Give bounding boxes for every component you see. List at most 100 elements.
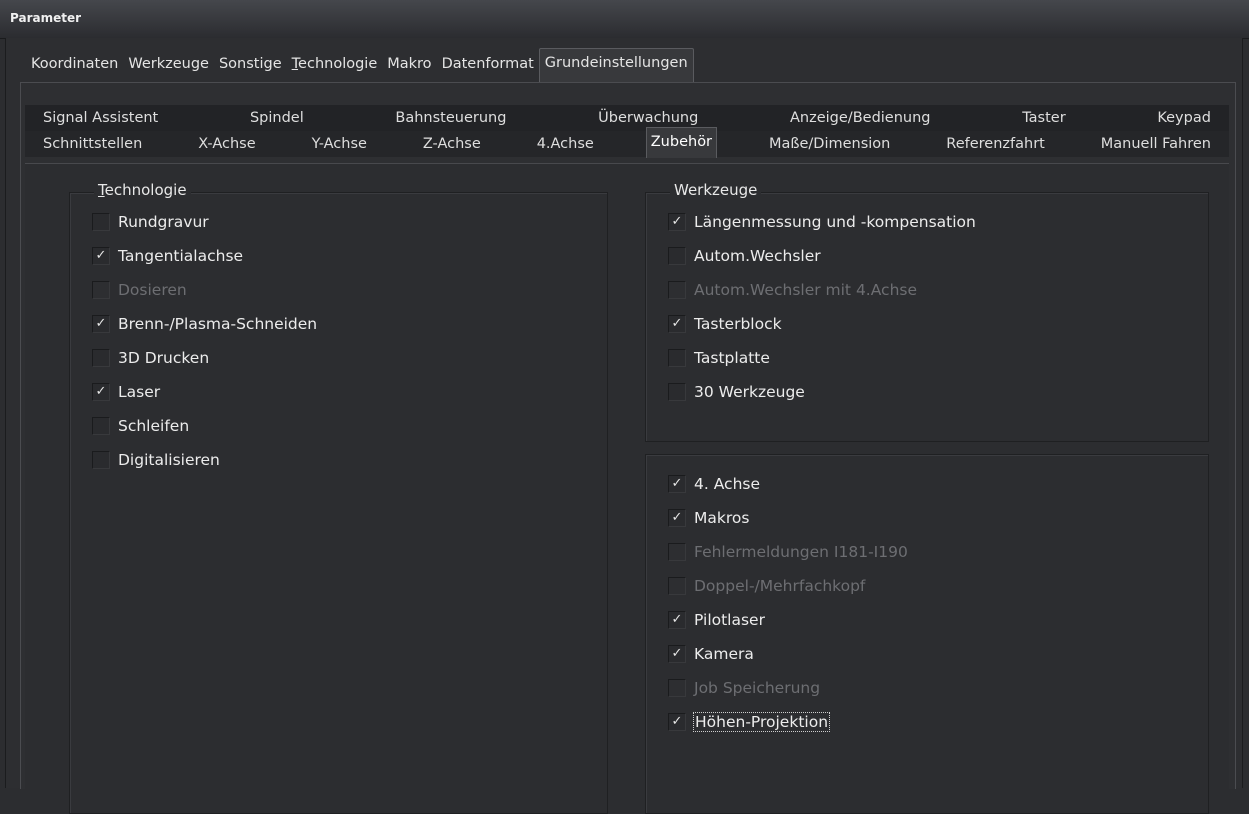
checkbox-rundgravur[interactable]: Rundgravur [92,211,209,233]
sub-tab-bar: Signal Assistent Spindel Bahnsteuerung Über… [25,105,1229,158]
parameter-window: Koordinaten Werkzeuge Sonstige Technologie M… [5,38,1243,814]
checkbox-label: Kamera [694,645,754,663]
checkbox-makros[interactable]: ✓ Makros [668,507,749,529]
checkbox-label: Höhen-Projektion [692,712,831,732]
checkbox-label: 30 Werkzeuge [694,383,805,401]
tab-technologie[interactable]: Technologie [287,50,383,79]
checkbox-label: Fehlermeldungen I181-I190 [694,543,908,561]
checkbox-box [668,281,686,299]
checkbox-schleifen[interactable]: Schleifen [92,415,189,437]
checkbox-3d-drucken[interactable]: 3D Drucken [92,347,209,369]
checkbox-label: Job Speicherung [694,679,821,697]
tab-koordinaten[interactable]: Koordinaten [26,50,123,79]
sub-tab-row-2: Schnittstellen X-Achse Y-Achse Z-Achse 4.Ach… [25,126,1229,158]
subtab-referenzfahrt[interactable]: Referenzfahrt [942,136,1049,152]
checkbox-digitalisieren[interactable]: Digitalisieren [92,449,220,471]
subtab-zubehoer[interactable]: Zubehör [645,126,718,158]
checkmark-icon[interactable]: ✓ [668,213,686,231]
checkbox-label: Doppel-/Mehrfachkopf [694,577,866,595]
checkbox-brenn-plasma-schneiden[interactable]: ✓ Brenn-/Plasma-Schneiden [92,313,317,335]
checkmark-icon[interactable]: ✓ [92,383,110,401]
window-title: Parameter [10,11,82,25]
checkmark-icon[interactable]: ✓ [92,247,110,265]
subtab-keypad[interactable]: Keypad [1153,110,1215,126]
checkbox-label: Schleifen [118,417,190,435]
subtab-4-achse[interactable]: 4.Achse [533,136,598,152]
checkmark-icon[interactable]: ✓ [668,645,686,663]
tab-makro[interactable]: Makro [382,50,436,79]
subtab-spindel[interactable]: Spindel [246,110,308,126]
tab-datenformat[interactable]: Datenformat [437,50,539,79]
checkmark-icon[interactable]: ✓ [668,475,686,493]
checkbox-label: Tasterblock [694,315,782,333]
subtab-y-achse[interactable]: Y-Achse [308,136,371,152]
sub-tab-row-1: Signal Assistent Spindel Bahnsteuerung Über… [25,105,1229,131]
checkbox-label: Laser [118,383,161,401]
subtab-signal-assistent[interactable]: Signal Assistent [39,110,162,126]
subtab-schnittstellen[interactable]: Schnittstellen [39,136,146,152]
checkbox-label: 4. Achse [694,475,761,493]
checkbox-box[interactable] [92,349,110,367]
grundeinstellungen-panel: Signal Assistent Spindel Bahnsteuerung Über… [20,82,1236,814]
checkbox-pilotlaser[interactable]: ✓ Pilotlaser [668,609,765,631]
subtab-x-achse[interactable]: X-Achse [194,136,259,152]
checkbox-kamera[interactable]: ✓ Kamera [668,643,754,665]
checkbox-tastplatte[interactable]: Tastplatte [668,347,770,369]
werkzeuge-group-title: Werkzeuge [670,181,762,199]
tab-sonstige[interactable]: Sonstige [214,50,287,79]
checkbox-label: Rundgravur [118,213,209,231]
checkbox-label: Tangentialachse [118,247,244,265]
checkbox-box [668,543,686,561]
checkbox-box[interactable] [92,417,110,435]
technologie-group-title: Technologie [94,181,191,199]
checkbox-label: 3D Drucken [118,349,210,367]
werkzeuge-group: Werkzeuge ✓ Längenmessung und -kompensati… [645,181,1209,442]
checkbox-box[interactable] [668,247,686,265]
tab-werkzeuge[interactable]: Werkzeuge [123,50,214,79]
checkbox-box[interactable] [668,349,686,367]
checkbox-box [668,577,686,595]
checkbox-hoehen-projektion[interactable]: ✓ Höhen-Projektion [668,711,831,733]
subtab-z-achse[interactable]: Z-Achse [419,136,485,152]
subtab-masse-dimension[interactable]: Maße/Dimension [765,136,894,152]
checkbox-box[interactable] [92,213,110,231]
checkmark-icon[interactable]: ✓ [668,315,686,333]
checkbox-box [668,679,686,697]
checkbox-4-achse[interactable]: ✓ 4. Achse [668,473,760,495]
checkbox-label: Längenmessung und -kompensation [694,213,976,231]
checkbox-autom-wechsler-mit-4-achse: Autom.Wechsler mit 4.Achse [668,279,917,301]
main-tab-bar: Koordinaten Werkzeuge Sonstige Technologie M… [26,48,694,82]
checkbox-label: Tastplatte [694,349,770,367]
checkbox-label: Pilotlaser [694,611,765,629]
subtab-taster[interactable]: Taster [1018,110,1069,126]
checkbox-fehlermeldungen-i181-i190: Fehlermeldungen I181-I190 [668,541,908,563]
checkbox-dosieren: Dosieren [92,279,187,301]
technologie-group: Technologie Rundgravur ✓ Tangentialachse Do… [69,181,608,814]
checkmark-icon[interactable]: ✓ [668,611,686,629]
checkbox-30-werkzeuge[interactable]: 30 Werkzeuge [668,381,805,403]
extras-group: ✓ 4. Achse ✓ Makros Fehlermeldungen I181-I19… [645,454,1209,814]
checkbox-box[interactable] [668,383,686,401]
subtab-manuell-fahren[interactable]: Manuell Fahren [1097,136,1215,152]
zubehoer-content: Technologie Rundgravur ✓ Tangentialachse Do… [25,163,1229,814]
checkbox-label: Dosieren [118,281,187,299]
checkbox-label: Brenn-/Plasma-Schneiden [118,315,318,333]
checkbox-laser[interactable]: ✓ Laser [92,381,160,403]
checkbox-label: Makros [694,509,750,527]
checkbox-box[interactable] [92,451,110,469]
checkbox-autom-wechsler[interactable]: Autom.Wechsler [668,245,821,267]
subtab-bahnsteuerung[interactable]: Bahnsteuerung [391,110,510,126]
checkmark-icon[interactable]: ✓ [668,713,686,731]
subtab-ueberwachung[interactable]: Überwachung [594,110,702,126]
checkbox-tasterblock[interactable]: ✓ Tasterblock [668,313,782,335]
checkbox-doppel-mehrfachkopf: Doppel-/Mehrfachkopf [668,575,865,597]
checkbox-job-speicherung: Job Speicherung [668,677,820,699]
tab-grundeinstellungen[interactable]: Grundeinstellungen [538,48,694,82]
checkbox-tangentialachse[interactable]: ✓ Tangentialachse [92,245,243,267]
checkmark-icon[interactable]: ✓ [668,509,686,527]
checkmark-icon[interactable]: ✓ [92,315,110,333]
checkbox-laengenmessung-und-kompensation[interactable]: ✓ Längenmessung und -kompensation [668,211,976,233]
title-bar: Parameter [0,0,1249,39]
checkbox-box [92,281,110,299]
subtab-anzeige-bedienung[interactable]: Anzeige/Bedienung [786,110,934,126]
